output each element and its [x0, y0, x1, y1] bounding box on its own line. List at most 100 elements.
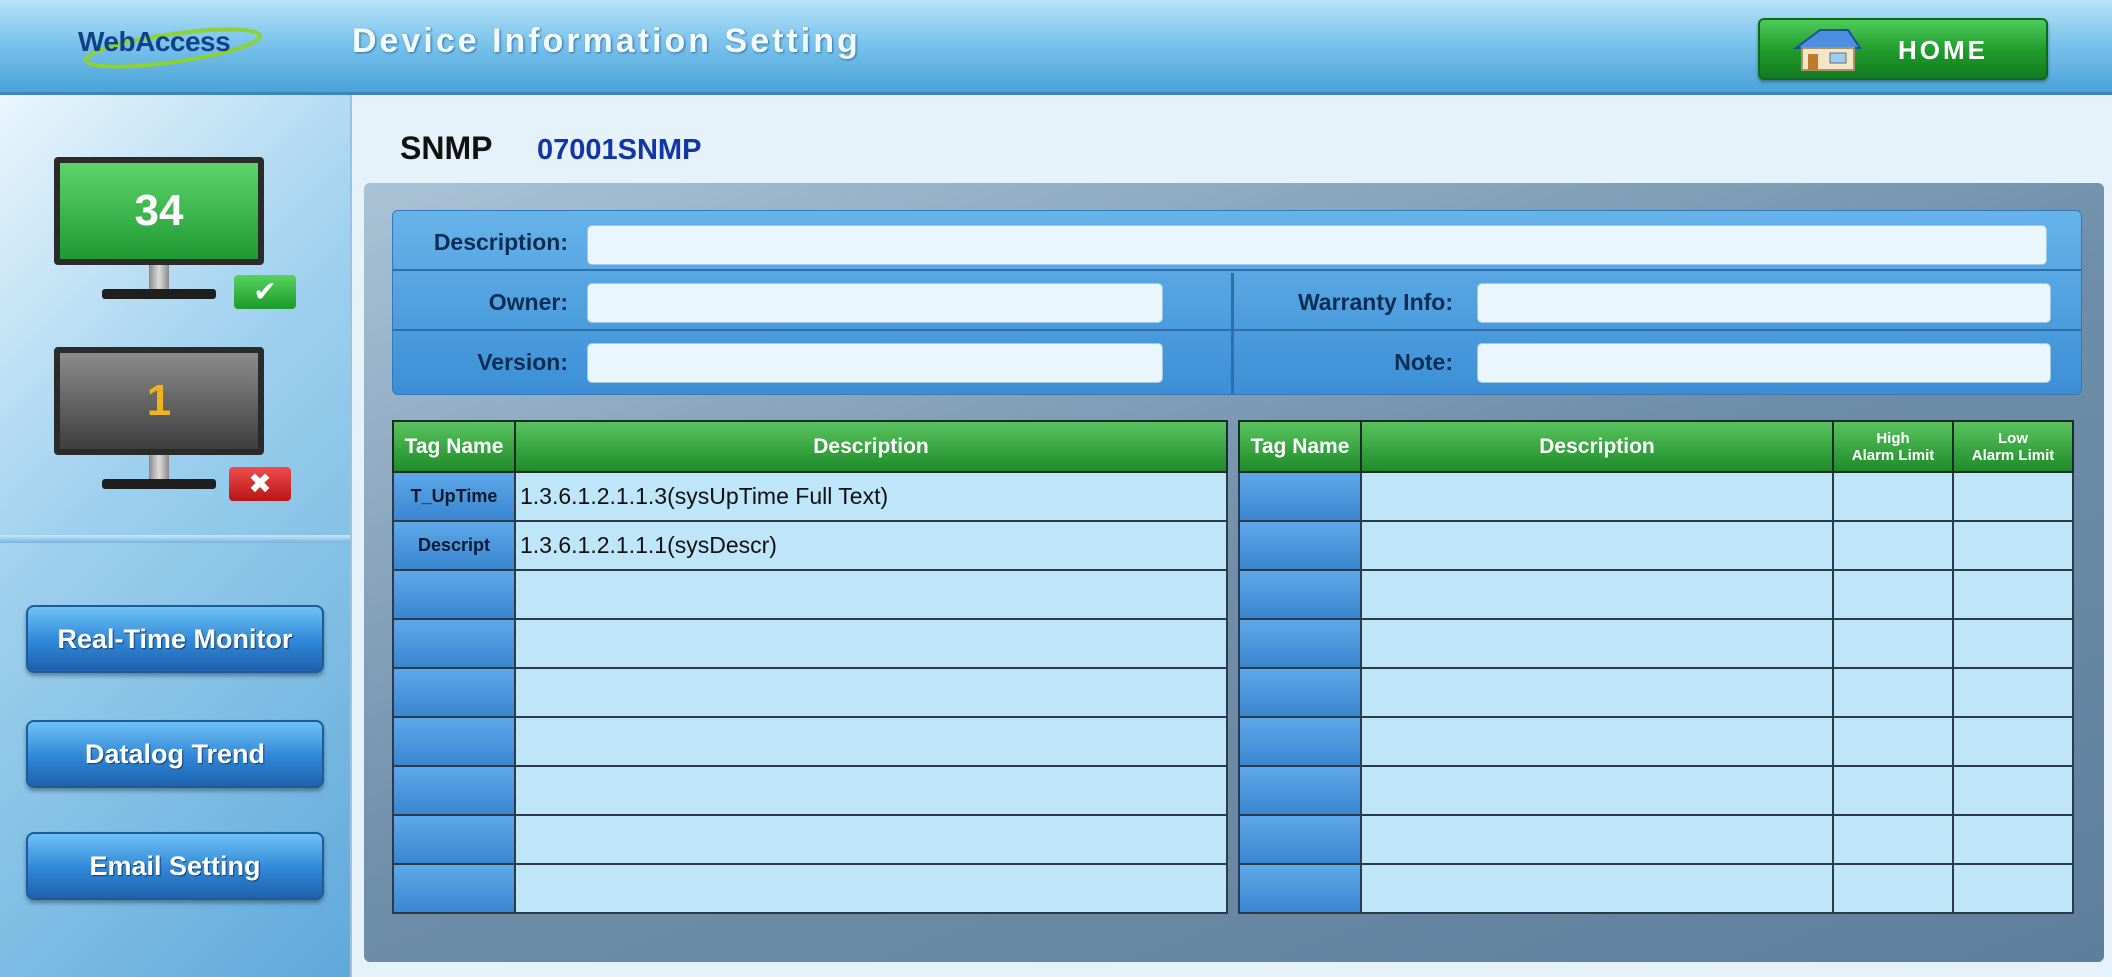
tag-name-cell[interactable] — [392, 814, 516, 865]
monitor-screen: 34 — [54, 157, 264, 265]
tag-name-cell[interactable] — [1238, 814, 1362, 865]
high-limit-cell[interactable] — [1832, 863, 1954, 914]
device-type: SNMP — [400, 130, 493, 166]
high-limit-cell[interactable] — [1832, 667, 1954, 718]
description-header: Description — [514, 420, 1228, 473]
description-cell[interactable]: 1.3.6.1.2.1.1.3(sysUpTime Full Text) — [514, 471, 1228, 522]
tag-name-cell[interactable]: Descript — [392, 520, 516, 571]
device-info-form: Description: Owner: Warranty Info: Versi… — [392, 210, 2082, 395]
x-icon: ✖ — [229, 467, 291, 501]
table-row — [392, 814, 1228, 865]
online-devices-monitor[interactable]: 34 ✔ — [54, 157, 296, 317]
table-row — [1238, 569, 2074, 620]
description-field[interactable] — [587, 225, 2047, 265]
table-row — [392, 618, 1228, 669]
tag-name-cell[interactable] — [1238, 667, 1362, 718]
offline-devices-monitor[interactable]: 1 ✖ — [54, 347, 291, 507]
description-cell[interactable] — [1360, 471, 1834, 522]
version-row: Version: Note: — [393, 331, 2081, 389]
house-icon — [1793, 29, 1862, 71]
low-limit-cell[interactable] — [1952, 863, 2074, 914]
warranty-info-label: Warranty Info: — [1297, 289, 1453, 315]
tag-name-cell[interactable] — [1238, 569, 1362, 620]
tag-name-cell[interactable] — [1238, 471, 1362, 522]
owner-field[interactable] — [587, 283, 1163, 323]
table-row — [1238, 667, 2074, 718]
description-cell[interactable] — [514, 667, 1228, 718]
datalog-trend-button[interactable]: Datalog Trend — [26, 720, 324, 788]
description-cell[interactable] — [514, 618, 1228, 669]
offline-count: 1 — [146, 376, 172, 425]
high-limit-cell[interactable] — [1832, 814, 1954, 865]
table-row: Descript 1.3.6.1.2.1.1.1(sysDescr) — [392, 520, 1228, 571]
low-limit-cell[interactable] — [1952, 569, 2074, 620]
note-field[interactable] — [1477, 343, 2051, 383]
tag-name-cell[interactable] — [392, 667, 516, 718]
description-cell[interactable] — [514, 863, 1228, 914]
home-label: HOME — [1898, 35, 1988, 65]
description-cell[interactable]: 1.3.6.1.2.1.1.1(sysDescr) — [514, 520, 1228, 571]
description-cell[interactable] — [1360, 569, 1834, 620]
version-field[interactable] — [587, 343, 1163, 383]
description-cell[interactable] — [514, 765, 1228, 816]
tag-name-cell[interactable] — [392, 716, 516, 767]
alarm-limit-label: Alarm Limit — [1971, 446, 2055, 464]
tag-name-cell[interactable] — [392, 618, 516, 669]
online-count: 34 — [134, 186, 184, 235]
tag-name-cell[interactable] — [392, 863, 516, 914]
tag-name-cell[interactable] — [1238, 618, 1362, 669]
email-setting-button[interactable]: Email Setting — [26, 832, 324, 900]
high-alarm-limit-header: High Alarm Limit — [1832, 420, 1954, 473]
tag-name-cell[interactable] — [1238, 520, 1362, 571]
tag-name-header: Tag Name — [392, 420, 516, 473]
home-button[interactable]: HOME — [1758, 18, 2048, 80]
description-header: Description — [1360, 420, 1834, 473]
device-name: 07001SNMP — [537, 134, 702, 166]
table-row: T_UpTime 1.3.6.1.2.1.1.3(sysUpTime Full T… — [392, 471, 1228, 522]
high-limit-cell[interactable] — [1832, 618, 1954, 669]
table-row — [392, 569, 1228, 620]
table-row — [1238, 618, 2074, 669]
table-row — [392, 765, 1228, 816]
low-limit-cell[interactable] — [1952, 716, 2074, 767]
low-limit-cell[interactable] — [1952, 765, 2074, 816]
description-cell[interactable] — [514, 716, 1228, 767]
description-cell[interactable] — [1360, 814, 1834, 865]
low-limit-cell[interactable] — [1952, 471, 2074, 522]
description-cell[interactable] — [514, 569, 1228, 620]
table-row — [1238, 863, 2074, 914]
description-cell[interactable] — [1360, 863, 1834, 914]
low-limit-cell[interactable] — [1952, 667, 2074, 718]
table-row — [1238, 471, 2074, 522]
real-time-monitor-button[interactable]: Real-Time Monitor — [26, 605, 324, 673]
table-row — [1238, 814, 2074, 865]
high-limit-cell[interactable] — [1832, 765, 1954, 816]
description-cell[interactable] — [1360, 618, 1834, 669]
tag-name-cell[interactable] — [1238, 863, 1362, 914]
owner-label: Owner: — [488, 289, 568, 315]
tag-name-cell[interactable]: T_UpTime — [392, 471, 516, 522]
high-limit-cell[interactable] — [1832, 716, 1954, 767]
description-cell[interactable] — [1360, 667, 1834, 718]
alarm-limit-label: Alarm Limit — [1851, 446, 1935, 464]
description-cell[interactable] — [1360, 765, 1834, 816]
low-limit-cell[interactable] — [1952, 814, 2074, 865]
description-cell[interactable] — [1360, 716, 1834, 767]
description-cell[interactable] — [1360, 520, 1834, 571]
high-limit-cell[interactable] — [1832, 471, 1954, 522]
tag-name-cell[interactable] — [392, 765, 516, 816]
table-header-row: Tag Name Description — [392, 420, 1228, 473]
sidebar-divider — [0, 535, 350, 543]
high-limit-cell[interactable] — [1832, 569, 1954, 620]
tag-name-cell[interactable] — [1238, 716, 1362, 767]
tag-name-header: Tag Name — [1238, 420, 1362, 473]
warranty-info-field[interactable] — [1477, 283, 2051, 323]
low-label: Low — [1998, 429, 2028, 447]
description-cell[interactable] — [514, 814, 1228, 865]
tag-name-cell[interactable] — [392, 569, 516, 620]
low-limit-cell[interactable] — [1952, 618, 2074, 669]
description-label: Description: — [433, 229, 568, 255]
tag-name-cell[interactable] — [1238, 765, 1362, 816]
high-limit-cell[interactable] — [1832, 520, 1954, 571]
low-limit-cell[interactable] — [1952, 520, 2074, 571]
